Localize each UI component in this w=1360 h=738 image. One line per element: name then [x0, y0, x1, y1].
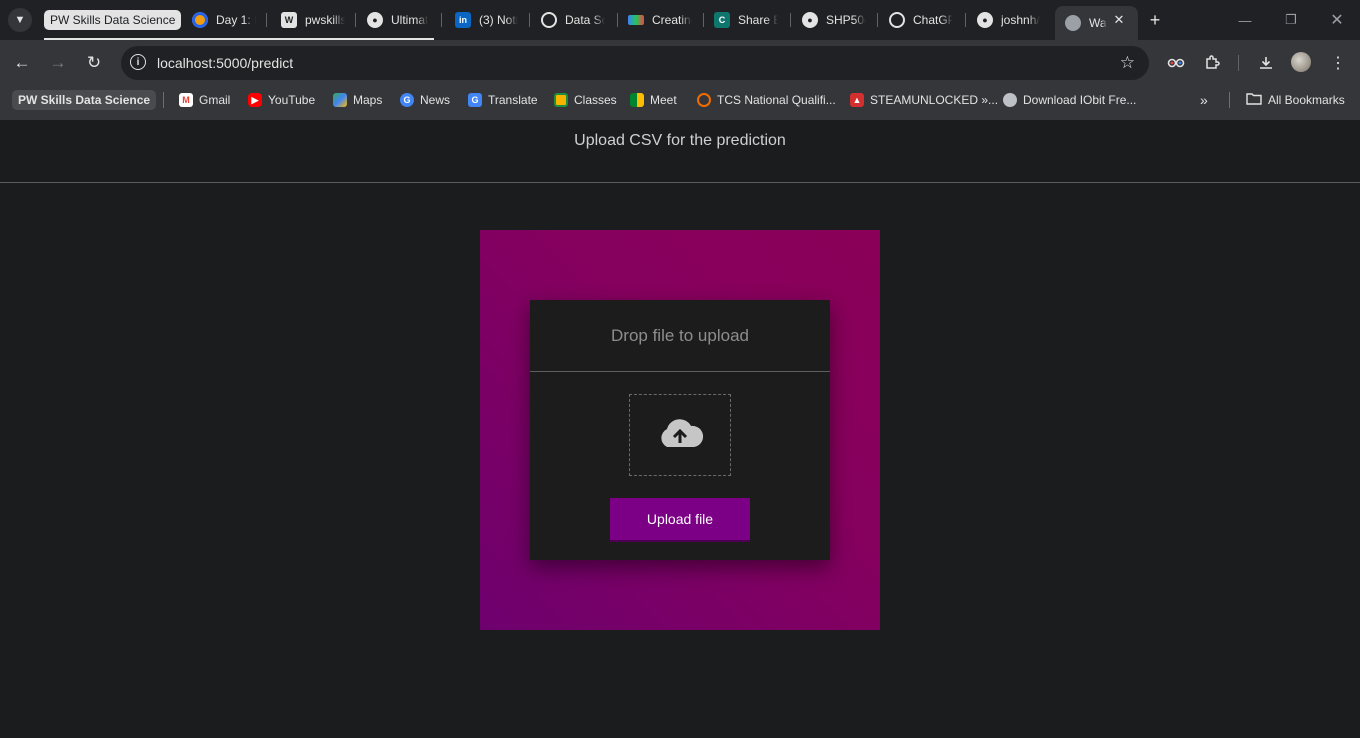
meet-icon — [630, 93, 644, 107]
bookmark-steamunlocked[interactable]: ▲ STEAMUNLOCKED »... — [850, 92, 998, 108]
tab-linkedin[interactable]: in (3) Noti — [455, 8, 519, 32]
bookmark-gmail[interactable]: M Gmail — [179, 92, 230, 108]
minimize-icon[interactable]: — — [1230, 8, 1260, 32]
steamunlocked-icon: ▲ — [850, 93, 864, 107]
github-icon: ● — [977, 12, 993, 28]
site-info-icon[interactable]: i — [130, 54, 146, 70]
openai-icon — [889, 12, 905, 28]
w-logo-icon: W — [281, 12, 297, 28]
more-bookmarks-chevron-icon[interactable]: » — [1200, 92, 1208, 108]
linkedin-icon: in — [455, 12, 471, 28]
youtube-icon: ▶ — [248, 93, 262, 107]
bookmark-news[interactable]: G News — [400, 92, 450, 108]
tab-creating[interactable]: Creating — [628, 8, 692, 32]
tab-chatgpt[interactable]: ChatGP — [889, 8, 953, 32]
gmail-icon: M — [179, 93, 193, 107]
tcs-icon — [697, 93, 711, 107]
browser-toolbar: ← → ↻ i localhost:5000/predict ☆ ⋮ — [0, 40, 1360, 86]
download-icon[interactable] — [1254, 51, 1278, 75]
maps-icon — [333, 93, 347, 107]
bookmark-youtube[interactable]: ▶ YouTube — [248, 92, 315, 108]
tab-ultimate[interactable]: ● Ultimat — [367, 8, 431, 32]
github-icon: ● — [802, 12, 818, 28]
translate-icon: G — [468, 93, 482, 107]
globe-icon — [1003, 93, 1017, 107]
tab-day1[interactable]: Day 1: I — [192, 8, 256, 32]
upload-file-button[interactable]: Upload file — [610, 498, 750, 540]
orange-circle-icon — [192, 12, 208, 28]
page-header: Upload CSV for the prediction — [0, 121, 1360, 183]
classroom-icon — [554, 93, 568, 107]
tab-joshnh[interactable]: ● joshnh/ — [977, 8, 1041, 32]
openai-icon — [541, 12, 557, 28]
bookmark-group-chip[interactable]: PW Skills Data Science — [12, 90, 157, 110]
news-icon: G — [400, 93, 414, 107]
all-bookmarks[interactable]: All Bookmarks — [1246, 92, 1345, 108]
tab-search-chevron-icon[interactable]: ▼ — [8, 8, 32, 32]
extensions-puzzle-icon[interactable] — [1200, 51, 1224, 75]
folder-icon — [1246, 92, 1262, 108]
upload-card: Drop file to upload Upload file — [530, 300, 830, 560]
tab-strip: ▼ PW Skills Data Science Day 1: I W pwsk… — [0, 0, 1360, 40]
reload-icon[interactable]: ↻ — [82, 51, 106, 75]
drop-file-heading: Drop file to upload — [530, 300, 830, 372]
close-tab-icon[interactable]: ✕ — [1110, 11, 1128, 29]
cloud-upload-icon — [655, 417, 705, 454]
forward-arrow-icon[interactable]: → — [46, 51, 70, 75]
back-arrow-icon[interactable]: ← — [10, 51, 34, 75]
new-tab-plus-icon[interactable]: + — [1145, 10, 1165, 30]
bookmark-classes[interactable]: Classes — [554, 92, 617, 108]
c-logo-icon: C — [714, 12, 730, 28]
github-icon: ● — [367, 12, 383, 28]
bookmark-maps[interactable]: Maps — [333, 92, 382, 108]
bookmark-star-icon[interactable]: ☆ — [1120, 53, 1135, 73]
upload-gradient-frame: Drop file to upload Upload file — [480, 230, 880, 630]
bookmark-iobit[interactable]: Download IObit Fre... — [1003, 92, 1136, 108]
address-bar[interactable]: i localhost:5000/predict ☆ — [121, 46, 1149, 80]
page-title: Upload CSV for the prediction — [574, 132, 786, 149]
file-drop-zone[interactable] — [629, 394, 731, 476]
bookmark-translate[interactable]: G Translate — [468, 92, 538, 108]
menu-kebab-icon[interactable]: ⋮ — [1326, 51, 1350, 75]
url-text[interactable]: localhost:5000/predict — [157, 55, 293, 71]
tab-shp50[interactable]: ● SHP50c — [802, 8, 866, 32]
close-window-icon[interactable]: ✕ — [1322, 8, 1352, 32]
chart-icon — [628, 15, 644, 25]
tab-pwskills[interactable]: W pwskills — [281, 8, 345, 32]
profile-avatar[interactable] — [1291, 52, 1311, 72]
extension-glasses-icon[interactable] — [1164, 51, 1188, 75]
globe-icon — [1065, 15, 1081, 31]
bookmark-meet[interactable]: Meet — [630, 92, 677, 108]
restore-icon[interactable]: ❐ — [1276, 8, 1306, 32]
tab-data-science[interactable]: Data Sc — [541, 8, 605, 32]
bookmark-tcs[interactable]: TCS National Qualifi... — [697, 92, 836, 108]
tab-group-chip[interactable]: PW Skills Data Science — [44, 10, 182, 30]
tab-share[interactable]: C Share B — [714, 8, 778, 32]
